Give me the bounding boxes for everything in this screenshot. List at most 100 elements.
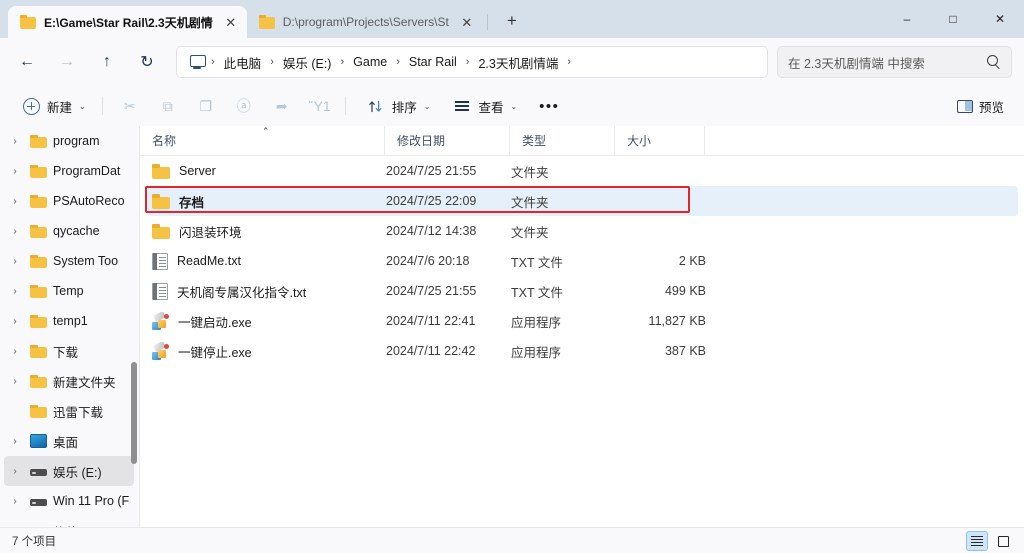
column-header-label: 大小 bbox=[627, 134, 652, 148]
tab-star-rail[interactable]: E:\Game\Star Rail\2.3天机剧情 ✕ bbox=[8, 6, 247, 38]
new-button[interactable]: 新建 ⌄ bbox=[12, 91, 95, 121]
chevron-down-icon: ⌄ bbox=[510, 101, 518, 111]
refresh-icon[interactable]: ↻ bbox=[130, 45, 164, 79]
sidebar-item-temp[interactable]: › Temp bbox=[4, 276, 134, 306]
maximize-button[interactable]: □ bbox=[930, 0, 976, 38]
window-controls: – □ ✕ bbox=[884, 0, 1024, 38]
table-row[interactable]: 一键停止.exe 2024/7/11 22:42 应用程序 387 KB bbox=[146, 336, 1018, 366]
sidebar-item-qycache[interactable]: › qycache bbox=[4, 216, 134, 246]
file-name: 闪退装环境 bbox=[179, 225, 242, 240]
up-icon[interactable]: ↑ bbox=[90, 45, 124, 79]
table-row[interactable]: 存档 2024/7/25 22:09 文件夹 bbox=[146, 186, 1018, 216]
column-header-date[interactable]: 修改日期 bbox=[385, 125, 510, 156]
file-list-pane: 名称 ⌃ 修改日期 类型 大小 Server 2024/7/25 21:55 文… bbox=[140, 125, 1024, 527]
file-name-cell: 存档 bbox=[146, 192, 386, 211]
breadcrumb-game[interactable]: Game bbox=[346, 52, 394, 72]
sidebar-item-programdata[interactable]: › ProgramDat bbox=[4, 156, 134, 186]
sidebar-item-program[interactable]: › program bbox=[4, 126, 134, 156]
table-row[interactable]: 闪退装环境 2024/7/12 14:38 文件夹 bbox=[146, 216, 1018, 246]
chevron-right-icon[interactable]: › bbox=[6, 346, 24, 357]
minimize-button[interactable]: – bbox=[884, 0, 930, 38]
breadcrumb-drive-e[interactable]: 娱乐 (E:) bbox=[276, 50, 339, 75]
sidebar-item-new-folder[interactable]: › 新建文件夹 bbox=[4, 366, 134, 396]
sidebar-item-thunder-downloads[interactable]: 迅雷下载 bbox=[4, 396, 134, 426]
folder-icon bbox=[30, 134, 47, 148]
sidebar-scrollbar[interactable] bbox=[131, 362, 137, 464]
sidebar-item-system-tools[interactable]: › System Too bbox=[4, 246, 134, 276]
large-icons-view-button[interactable] bbox=[992, 531, 1014, 551]
address-bar[interactable]: › 此电脑 › 娱乐 (E:) › Game › Star Rail › 2.3… bbox=[176, 46, 768, 78]
sidebar-item-drive-g[interactable]: › 软件 (G:) bbox=[4, 516, 134, 528]
file-date: 2024/7/11 22:42 bbox=[386, 344, 476, 358]
close-icon[interactable]: ✕ bbox=[457, 12, 477, 32]
table-row[interactable]: ReadMe.txt 2024/7/6 20:18 TXT 文件 2 KB bbox=[146, 246, 1018, 276]
file-rows: Server 2024/7/25 21:55 文件夹 存档 2024/7/25 … bbox=[140, 156, 1024, 366]
table-row[interactable]: Server 2024/7/25 21:55 文件夹 bbox=[146, 156, 1018, 186]
chevron-right-icon[interactable]: › bbox=[6, 196, 24, 207]
chevron-right-icon[interactable]: › bbox=[6, 256, 24, 267]
sidebar-item-drive-e[interactable]: › 娱乐 (E:) bbox=[4, 456, 134, 486]
sidebar-item-label: System Too bbox=[53, 254, 119, 268]
folder-icon bbox=[30, 374, 47, 388]
application-icon bbox=[152, 311, 169, 330]
rename-button: ⓐ bbox=[226, 91, 262, 121]
application-icon bbox=[152, 341, 169, 360]
sidebar-item-downloads[interactable]: › 下载 bbox=[4, 336, 134, 366]
new-tab-button[interactable]: + bbox=[498, 7, 526, 35]
chevron-right-icon[interactable]: › bbox=[6, 496, 24, 507]
close-icon[interactable]: ✕ bbox=[221, 12, 241, 32]
details-view-button[interactable] bbox=[966, 531, 988, 551]
plus-circle-icon bbox=[21, 96, 41, 116]
chevron-right-icon[interactable]: › bbox=[6, 376, 24, 387]
navigation-bar: ← → ↑ ↻ › 此电脑 › 娱乐 (E:) › Game › Star Ra… bbox=[0, 38, 1024, 86]
search-placeholder: 在 2.3天机剧情端 中搜索 bbox=[788, 56, 925, 71]
chevron-right-icon[interactable]: › bbox=[6, 286, 24, 297]
column-header-name[interactable]: 名称 ⌃ bbox=[140, 125, 385, 156]
preview-pane-button[interactable]: 预览 bbox=[947, 91, 1014, 121]
column-header-label: 类型 bbox=[522, 134, 547, 148]
sidebar-item-desktop[interactable]: › 桌面 bbox=[4, 426, 134, 456]
tab-servers[interactable]: D:\program\Projects\Servers\St ✕ bbox=[247, 6, 483, 38]
sort-arrows-icon bbox=[366, 96, 386, 116]
copy-button: ⧉ bbox=[150, 91, 186, 121]
search-box[interactable]: 在 2.3天机剧情端 中搜索 bbox=[777, 46, 1012, 78]
file-name-cell: 一键停止.exe bbox=[146, 341, 386, 361]
file-name: 存档 bbox=[179, 195, 205, 210]
file-name: 一键启动.exe bbox=[178, 315, 252, 330]
chevron-right-icon[interactable]: › bbox=[6, 436, 24, 447]
breadcrumb-separator: › bbox=[396, 56, 400, 68]
desktop-icon bbox=[30, 434, 47, 448]
this-pc-icon bbox=[189, 54, 206, 70]
table-row[interactable]: 一键启动.exe 2024/7/11 22:41 应用程序 11,827 KB bbox=[146, 306, 1018, 336]
sidebar-item-label: Win 11 Pro (F bbox=[53, 494, 130, 508]
file-name-cell: 闪退装环境 bbox=[146, 222, 386, 241]
breadcrumb-current-folder[interactable]: 2.3天机剧情端 bbox=[471, 50, 565, 75]
file-size: 2 KB bbox=[678, 254, 706, 268]
sort-ascending-icon: ⌃ bbox=[262, 125, 270, 136]
breadcrumb-this-pc[interactable]: 此电脑 bbox=[217, 50, 269, 75]
breadcrumb-star-rail[interactable]: Star Rail bbox=[402, 52, 464, 72]
more-options-button[interactable]: ••• bbox=[530, 91, 568, 121]
navigation-sidebar[interactable]: › program › ProgramDat › PSAutoRecо › qy… bbox=[0, 126, 140, 527]
view-button[interactable]: 查看 ⌄ bbox=[443, 91, 526, 121]
sidebar-item-temp1[interactable]: › temp1 bbox=[4, 306, 134, 336]
column-header-type[interactable]: 类型 bbox=[510, 125, 615, 156]
file-date: 2024/7/12 14:38 bbox=[386, 224, 477, 238]
sidebar-item-drive-f[interactable]: › Win 11 Pro (F bbox=[4, 486, 134, 516]
back-icon[interactable]: ← bbox=[10, 45, 44, 79]
sort-button[interactable]: 排序 ⌄ bbox=[357, 91, 440, 121]
close-button[interactable]: ✕ bbox=[976, 0, 1024, 38]
file-name-cell: 一键启动.exe bbox=[146, 311, 386, 331]
file-name: 天机阁专属汉化指令.txt bbox=[177, 285, 307, 300]
chevron-right-icon[interactable]: › bbox=[6, 316, 24, 327]
file-name: ReadMe.txt bbox=[177, 254, 241, 268]
file-type: 应用程序 bbox=[511, 345, 562, 360]
chevron-right-icon[interactable]: › bbox=[6, 226, 24, 237]
chevron-right-icon[interactable]: › bbox=[6, 136, 24, 147]
sidebar-item-psautorecover[interactable]: › PSAutoRecо bbox=[4, 186, 134, 216]
chevron-right-icon[interactable]: › bbox=[6, 166, 24, 177]
table-row[interactable]: 天机阁专属汉化指令.txt 2024/7/25 21:55 TXT 文件 499… bbox=[146, 276, 1018, 306]
column-header-size[interactable]: 大小 bbox=[615, 125, 705, 156]
preview-pane-icon bbox=[956, 99, 973, 113]
chevron-right-icon[interactable]: › bbox=[6, 466, 24, 477]
